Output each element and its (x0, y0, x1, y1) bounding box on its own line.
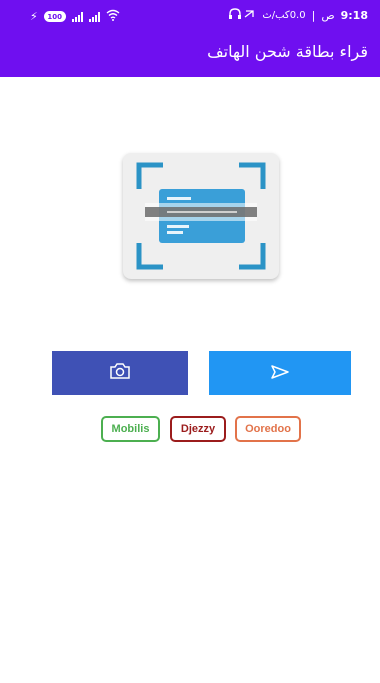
scanner-illustration (123, 153, 279, 279)
camera-icon (110, 363, 130, 383)
notification-icons (228, 8, 256, 22)
signal-icon-2 (88, 11, 100, 22)
battery-icon: 100 (43, 11, 66, 22)
status-left-icons: ⚡ 100 (30, 9, 120, 24)
clock: 9:18 (340, 8, 368, 22)
clock-period: ص (321, 8, 335, 22)
network-speed: 0.0كب/ث (262, 9, 306, 21)
charging-icon: ⚡ (30, 10, 38, 23)
camera-button[interactable] (52, 351, 188, 395)
operator-djezzy-button[interactable]: Djezzy (170, 416, 226, 442)
send-button[interactable] (209, 351, 351, 395)
app-bar: ⚡ 100 9:18 ص | 0.0كب/ث قراء بطاقة شحن ال… (0, 0, 380, 77)
signal-icon (71, 11, 83, 22)
status-bar: ⚡ 100 9:18 ص | 0.0كب/ث (0, 0, 380, 32)
card-scan-icon (136, 162, 266, 270)
page-title: قراء بطاقة شحن الهاتف (207, 42, 368, 61)
battery-level: 100 (47, 12, 63, 21)
divider: | (311, 8, 316, 22)
operator-ooredoo-button[interactable]: Ooredoo (235, 416, 301, 442)
wifi-icon (106, 9, 120, 24)
send-icon (271, 364, 289, 383)
status-right-info: 9:18 ص | 0.0كب/ث (228, 8, 368, 22)
operator-mobilis-button[interactable]: Mobilis (101, 416, 160, 442)
